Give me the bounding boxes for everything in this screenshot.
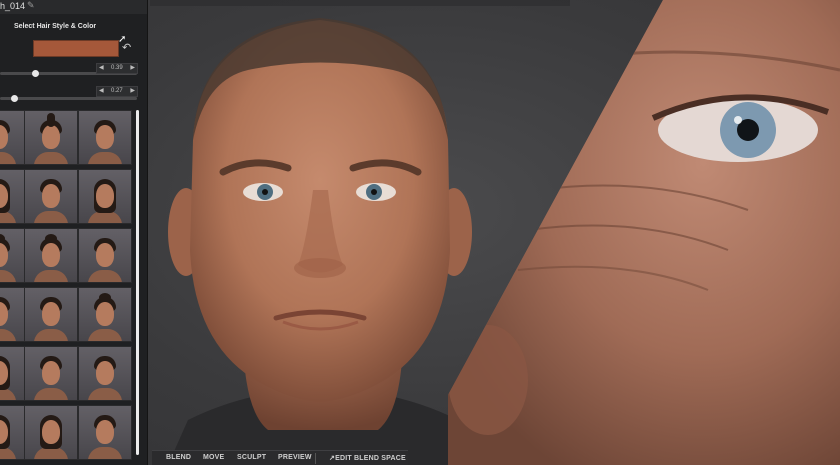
avatar-head [96,361,114,385]
avatar-head [42,125,60,149]
preview-button[interactable]: PREVIEW [278,454,312,461]
app-window: h_014 ✎ Select Hair Style & Color ➚ ↶ ◀ … [0,0,840,465]
avatar-head [96,243,114,267]
avatar-head [42,420,60,444]
avatar-head [96,125,114,149]
section-label: Select Hair Style & Color [14,23,97,30]
hair-preset-tile[interactable] [0,287,26,342]
avatar-hair-bun [99,293,111,302]
move-button[interactable]: MOVE [203,454,224,461]
hair-preset-tile[interactable] [78,405,132,460]
hair-preset-tile[interactable] [0,405,26,460]
hair-preset-tile[interactable] [78,110,132,165]
chevron-left-icon[interactable]: ◀ [99,87,104,94]
hair-preset-tile[interactable] [78,228,132,283]
avatar-head [96,420,114,444]
top-caption-bar [150,0,570,6]
preset-grid-scrollbar[interactable] [136,110,139,455]
hair-preset-tile[interactable] [0,169,26,224]
avatar-hair-bun [45,234,57,243]
avatar-head [42,243,60,267]
slider-2-thumb[interactable] [10,95,18,102]
chevron-left-icon[interactable]: ◀ [99,64,104,71]
edit-pencil-icon[interactable]: ✎ [27,0,35,11]
mode-toolbar: BLEND MOVE SCULPT PREVIEW ↗EDIT BLEND SP… [152,450,408,465]
hair-preset-tile[interactable] [24,110,78,165]
preset-name[interactable]: h_014 [0,1,25,11]
hair-settings-panel: h_014 ✎ Select Hair Style & Color ➚ ↶ ◀ … [0,0,148,465]
hair-preset-tile[interactable] [78,169,132,224]
blend-button[interactable]: BLEND [166,454,191,461]
hair-preset-tile[interactable] [24,405,78,460]
hair-preset-tile[interactable] [0,110,26,165]
avatar-head [42,361,60,385]
hair-preset-tile[interactable] [24,346,78,401]
avatar-head [42,184,60,208]
slider-2-stepper[interactable]: ◀ 0.27 ▶ [96,86,138,97]
slider-2-value[interactable]: 0.27 [111,88,123,94]
slider-1-stepper[interactable]: ◀ 0.39 ▶ [96,63,138,74]
chevron-right-icon[interactable]: ▶ [130,87,135,94]
avatar-head [96,184,114,208]
slider-2-track[interactable] [0,97,137,100]
hair-preset-tile[interactable] [24,287,78,342]
hair-preset-tile[interactable] [0,228,26,283]
character-viewport[interactable] [148,0,840,465]
avatar-head [96,302,114,326]
hair-preset-tile[interactable] [78,287,132,342]
hair-color-swatch[interactable] [33,40,119,57]
toolbar-divider [315,453,316,464]
undo-icon[interactable]: ↶ [122,41,131,54]
hair-preset-tile[interactable] [78,346,132,401]
edit-blend-space-button[interactable]: ↗EDIT BLEND SPACE [329,454,406,462]
avatar-head [42,302,60,326]
chevron-right-icon[interactable]: ▶ [130,64,135,71]
hair-preset-tile[interactable] [24,169,78,224]
slider-1-value[interactable]: 0.39 [111,65,123,71]
slider-1-thumb[interactable] [31,70,39,77]
avatar-hair-mohawk [47,113,55,127]
hair-preset-tile[interactable] [0,346,26,401]
sculpt-button[interactable]: SCULPT [237,454,266,461]
hair-preset-tile[interactable] [24,228,78,283]
edit-blend-space-label: EDIT BLEND SPACE [335,455,406,462]
